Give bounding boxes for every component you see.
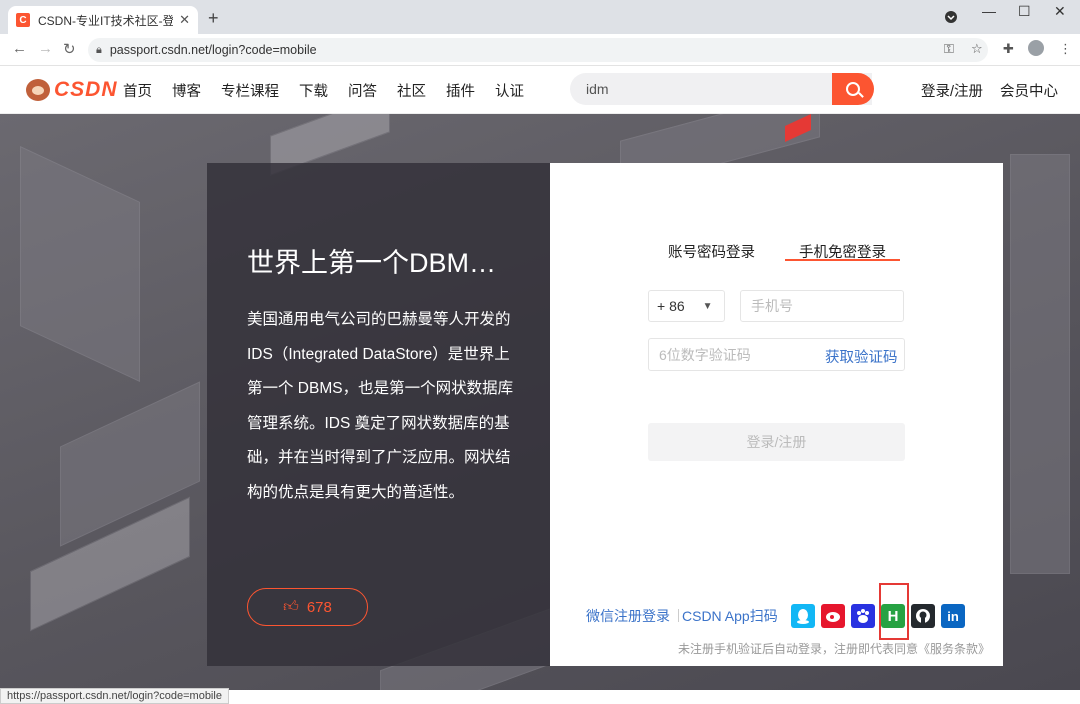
background-illustration: 世界上第一个DBM… 美国通用电气公司的巴赫曼等人开发的 IDS（Integra… <box>0 114 1080 690</box>
nav-item-courses[interactable]: 专栏课程 <box>221 80 279 101</box>
close-icon[interactable]: ✕ <box>179 12 190 28</box>
new-tab-icon[interactable]: + <box>208 8 219 29</box>
reload-icon[interactable]: ↻ <box>63 40 76 58</box>
bookmark-star-icon[interactable]: ☆ <box>971 41 983 57</box>
extensions-icon[interactable]: ✚ <box>1003 41 1014 57</box>
login-panel: 账号密码登录 手机免密登录 + 86 ▼ 手机号 6位数字验证码 获取验证码 登… <box>550 163 1003 666</box>
baidu-icon[interactable] <box>851 604 875 628</box>
article-body: 美国通用电气公司的巴赫曼等人开发的 IDS（Integrated DataSto… <box>247 311 514 501</box>
avatar[interactable] <box>1028 40 1044 56</box>
divider <box>678 609 679 622</box>
browser-tab[interactable]: C CSDN-专业IT技术社区-登录 ✕ <box>8 6 198 34</box>
nav-item-blog[interactable]: 博客 <box>172 80 201 101</box>
key-icon[interactable]: ⚿ <box>944 41 954 57</box>
member-center-link[interactable]: 会员中心 <box>1000 80 1058 101</box>
weibo-icon[interactable] <box>821 604 845 628</box>
search-input[interactable] <box>570 73 820 105</box>
minimize-icon[interactable]: — <box>982 3 996 19</box>
chevron-down-icon: ▼ <box>702 300 713 312</box>
thumbs-up-icon: 👍︎ <box>283 598 299 615</box>
country-code-value: + 86 <box>657 298 685 314</box>
tab-title: CSDN-专业IT技术社区-登录 <box>38 13 174 28</box>
csdn-logo[interactable]: CSDN <box>26 78 118 102</box>
window-close-icon[interactable]: ✕ <box>1054 3 1066 20</box>
status-bar: https://passport.csdn.net/login?code=mob… <box>0 688 229 704</box>
nav-item-download[interactable]: 下载 <box>299 80 328 101</box>
get-code-button[interactable]: 获取验证码 <box>825 346 898 367</box>
login-register-button[interactable]: 登录/注册 <box>648 423 905 461</box>
url-field[interactable]: 🔒︎ passport.csdn.net/login?code=mobile <box>88 38 988 62</box>
country-code-select[interactable]: + 86 ▼ <box>648 290 725 322</box>
status-url: https://passport.csdn.net/login?code=mob… <box>7 690 222 702</box>
phone-placeholder: 手机号 <box>751 298 793 314</box>
code-placeholder: 6位数字验证码 <box>659 346 751 363</box>
profile-menu-icon[interactable] <box>944 10 958 27</box>
highlight-box <box>879 583 909 640</box>
app-scan-link[interactable]: CSDN App扫码 <box>682 606 778 626</box>
linkedin-icon[interactable]: in <box>941 604 965 628</box>
maximize-icon[interactable]: ☐ <box>1018 3 1031 20</box>
nav-item-certification[interactable]: 认证 <box>495 80 524 101</box>
nav-item-community[interactable]: 社区 <box>397 80 426 101</box>
address-bar: ← → ↻ 🔒︎ passport.csdn.net/login?code=mo… <box>0 34 1080 66</box>
like-button[interactable]: 👍︎ 678 <box>247 588 368 626</box>
phone-field[interactable]: 手机号 <box>740 290 904 322</box>
terms-text[interactable]: 未注册手机验证后自动登录，注册即代表同意《服务条款》 <box>678 640 990 657</box>
github-icon[interactable] <box>911 604 935 628</box>
main-nav: 首页 博客 专栏课程 下载 问答 社区 插件 认证 <box>123 80 544 101</box>
iso-block <box>1010 154 1070 574</box>
monkey-logo-icon <box>26 79 50 101</box>
article-card: 世界上第一个DBM… 美国通用电气公司的巴赫曼等人开发的 IDS（Integra… <box>207 163 550 666</box>
nav-item-plugin[interactable]: 插件 <box>446 80 475 101</box>
url-text: passport.csdn.net/login?code=mobile <box>109 43 317 57</box>
forward-icon[interactable]: → <box>38 40 53 57</box>
iso-block <box>20 146 140 382</box>
search-button[interactable] <box>832 73 874 105</box>
qq-icon[interactable] <box>791 604 815 628</box>
wechat-register-link[interactable]: 微信注册登录 <box>586 606 670 626</box>
site-header: CSDN 首页 博客 专栏课程 下载 问答 社区 插件 认证 登录/注册 会员中… <box>0 66 1080 114</box>
csdn-favicon-icon: C <box>16 13 30 27</box>
browser-tab-strip: C CSDN-专业IT技术社区-登录 ✕ + — ☐ ✕ <box>0 0 1080 34</box>
lock-icon[interactable]: 🔒︎ <box>96 44 102 57</box>
active-tab-underline <box>785 259 900 261</box>
nav-item-qa[interactable]: 问答 <box>348 80 377 101</box>
tab-password-login[interactable]: 账号密码登录 <box>668 241 755 262</box>
search-box <box>570 73 872 105</box>
search-icon <box>846 82 860 96</box>
like-count: 678 <box>306 598 332 616</box>
nav-item-home[interactable]: 首页 <box>123 80 152 101</box>
menu-icon[interactable]: ⋮ <box>1059 41 1072 57</box>
article-title[interactable]: 世界上第一个DBM… <box>247 241 496 280</box>
logo-text: CSDN <box>54 78 118 101</box>
login-register-link[interactable]: 登录/注册 <box>921 80 983 101</box>
back-icon[interactable]: ← <box>12 40 27 57</box>
